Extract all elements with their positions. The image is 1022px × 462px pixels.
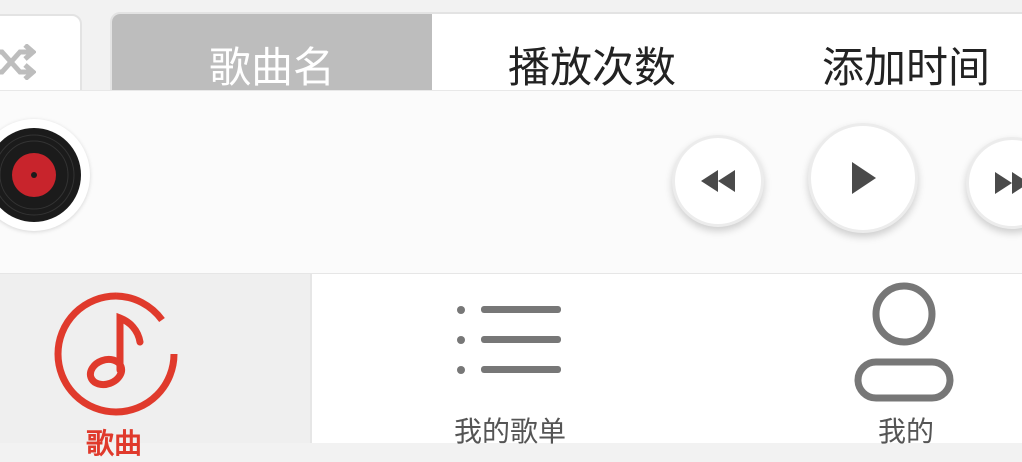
- music-note-icon: [54, 292, 178, 416]
- bottom-navigation: 歌曲 我的歌单 我的: [0, 274, 1022, 460]
- mini-player: [0, 90, 1022, 274]
- nav-label-mine: 我的: [878, 415, 935, 448]
- rewind-icon: [701, 170, 735, 192]
- tab-sort-by-play-count[interactable]: 播放次数: [432, 14, 752, 100]
- nav-item-mine[interactable]: 我的: [712, 274, 1022, 448]
- shuffle-icon: [0, 44, 36, 80]
- nav-label-my-playlists: 我的歌单: [454, 415, 567, 448]
- list-icon: [457, 306, 561, 374]
- nav-label-songs: 歌曲: [86, 427, 143, 460]
- fast-forward-icon: [995, 172, 1022, 194]
- next-button[interactable]: [966, 137, 1022, 229]
- user-icon: [854, 282, 954, 402]
- nav-item-my-playlists[interactable]: 我的歌单: [312, 274, 712, 448]
- play-button[interactable]: [808, 123, 918, 233]
- tab-sort-by-name[interactable]: 歌曲名: [112, 14, 432, 100]
- album-art[interactable]: [0, 119, 90, 231]
- vinyl-record-icon: [0, 128, 81, 222]
- tab-sort-by-date-added[interactable]: 添加时间: [752, 14, 1022, 100]
- play-icon: [852, 162, 876, 194]
- sort-tabs: 歌曲名 播放次数 添加时间: [110, 12, 1022, 102]
- previous-button[interactable]: [672, 135, 764, 227]
- nav-item-songs[interactable]: 歌曲: [0, 274, 312, 460]
